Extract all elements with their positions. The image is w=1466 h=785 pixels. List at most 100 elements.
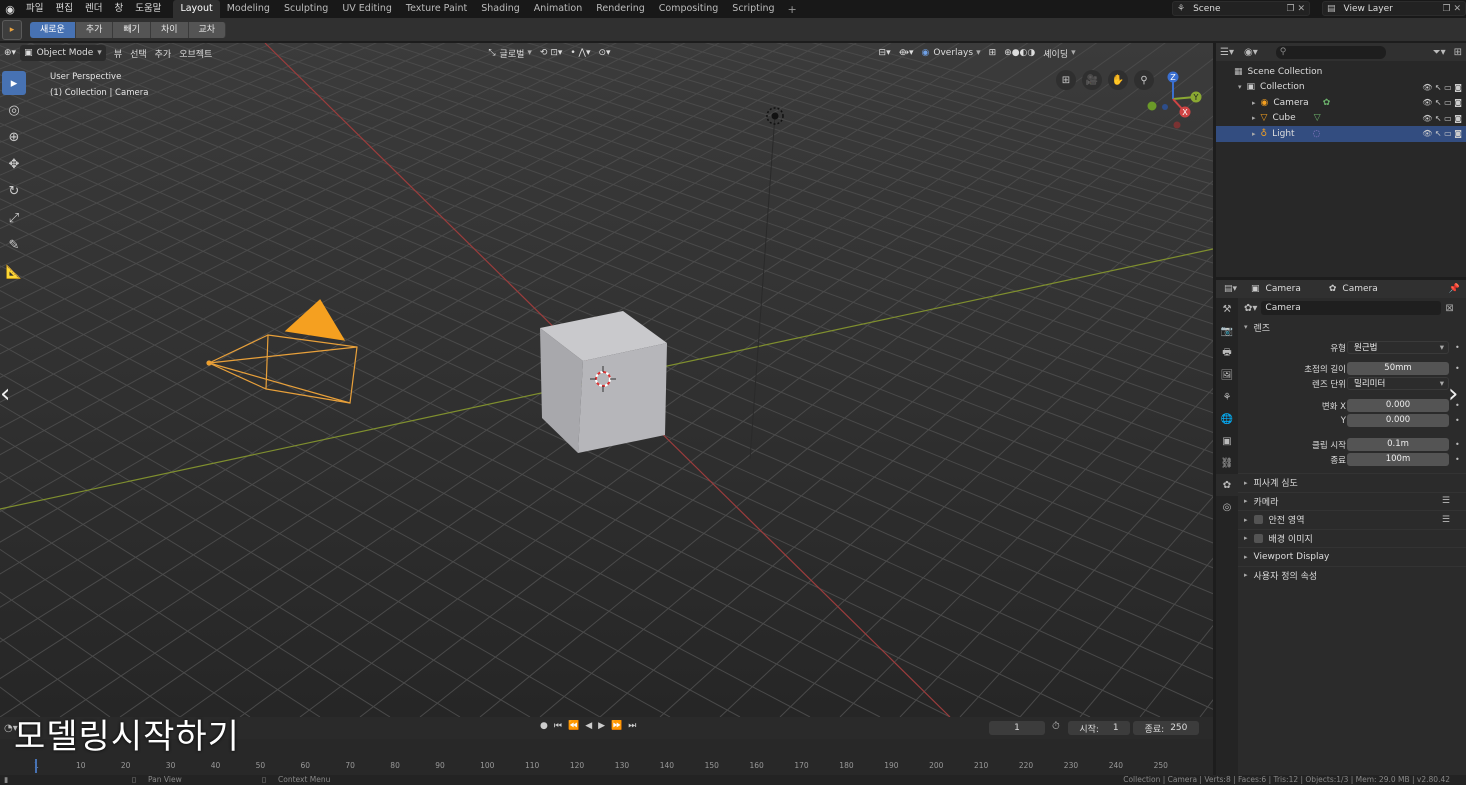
copy-view-layer-icon[interactable]: ❐ ✕ — [1443, 4, 1461, 14]
visibility-toggles[interactable]: 👁 ↖ ▭ ◙ — [1422, 114, 1462, 123]
shift-x-field[interactable]: 0.000 — [1347, 399, 1449, 412]
new-collection-icon[interactable]: ⊞ — [1454, 47, 1462, 58]
add-workspace-icon[interactable]: + — [782, 3, 803, 16]
shading-modes[interactable]: ⊕●◐◑ — [1000, 45, 1039, 61]
camera-datablock-icon[interactable]: ✿▾ — [1244, 303, 1257, 314]
snap-icon[interactable]: • ⋀▾ — [566, 45, 594, 61]
depth-of-field-panel[interactable]: ▸ 피사계 심도 — [1238, 473, 1466, 492]
viewport-display-panel[interactable]: ▸ Viewport Display — [1238, 547, 1466, 566]
list-icon[interactable]: ☰ — [1442, 496, 1450, 506]
tab-modeling[interactable]: Modeling — [220, 0, 277, 18]
type-dropdown[interactable]: 원근법 ▾ — [1347, 341, 1449, 354]
end-frame-field[interactable]: 종료: 250 — [1133, 721, 1199, 735]
scale-tool-icon[interactable]: ⤢ — [2, 206, 26, 230]
measure-tool-icon[interactable]: 📐 — [2, 260, 26, 284]
camera-datablock-field[interactable]: Camera — [1261, 301, 1442, 315]
visibility-icon[interactable]: ⊟▾ — [875, 45, 895, 61]
tab-rendering[interactable]: Rendering — [589, 0, 652, 18]
play-reverse-icon[interactable]: ◀ — [585, 721, 592, 731]
background-images-checkbox[interactable] — [1253, 533, 1263, 543]
fake-user-icon[interactable]: ⊠ — [1445, 303, 1453, 314]
safe-areas-panel[interactable]: ▸ 안전 영역 ☰ — [1238, 510, 1466, 529]
outliner[interactable]: ☰▾ ◉▾ ⚲ ⏷▾ ⊞ ▦ Scene Collection ▾ ▣ Coll… — [1216, 43, 1466, 277]
mode-extend-button[interactable]: 추가 — [75, 21, 114, 38]
outliner-item-cube[interactable]: ▸ ▽ Cube ▽ 👁 ↖ ▭ ◙ — [1216, 111, 1466, 127]
current-frame-field[interactable]: 1 — [989, 721, 1045, 735]
clip-start-field[interactable]: 0.1m — [1347, 438, 1449, 451]
filter-icon[interactable]: ⏷▾ — [1433, 47, 1446, 58]
output-tab-icon[interactable]: 🖶 — [1216, 342, 1238, 364]
camera-data-tab-icon[interactable]: ✿ — [1216, 474, 1238, 496]
custom-properties-panel[interactable]: ▸ 사용자 정의 속성 — [1238, 565, 1466, 585]
outliner-editor-icon[interactable]: ☰▾ — [1220, 47, 1234, 58]
select-tool-icon[interactable]: ▸ — [2, 71, 26, 95]
grid-view-icon[interactable]: ⊞ — [1056, 70, 1076, 90]
light-data-icon[interactable]: ◌ — [1313, 129, 1321, 139]
keyframe-dot[interactable]: • — [1455, 440, 1460, 449]
transform-tool-icon[interactable]: ⊕ — [2, 125, 26, 149]
menu-help[interactable]: 도움말 — [129, 0, 167, 18]
menu-render[interactable]: 렌더 — [79, 0, 108, 18]
camera-panel[interactable]: ▸ 카메라 ☰ — [1238, 491, 1466, 511]
frame-ruler[interactable]: 1102030405060708090100110120130140150160… — [0, 761, 1213, 773]
render-tab-icon[interactable]: 📷 — [1216, 320, 1238, 342]
editor-type-icon[interactable]: ⊕▾ — [0, 45, 20, 61]
jump-end-icon[interactable]: ⏭ — [628, 721, 636, 731]
tool-tab-icon[interactable]: ⚒ — [1216, 298, 1238, 320]
mode-new-button[interactable]: 새로운 — [30, 21, 76, 38]
move-tool-icon[interactable]: ✥ — [2, 152, 26, 176]
pan-hand-icon[interactable]: ✋ — [1108, 70, 1128, 90]
tab-scripting[interactable]: Scripting — [725, 0, 781, 18]
keyframe-dot[interactable]: • — [1455, 343, 1460, 352]
world-tab-icon[interactable]: 🌐 — [1216, 408, 1238, 430]
scene-selector[interactable]: ⚘ Scene ❐ ✕ — [1172, 1, 1310, 16]
keyframe-dot[interactable]: • — [1455, 455, 1460, 464]
scene-collection-row[interactable]: ▦ Scene Collection — [1216, 64, 1466, 80]
pin-icon[interactable]: 📌 — [1449, 284, 1460, 294]
3d-viewport[interactable]: ⊕▾ ▣ Object Mode ▾ 뷰 선택 추가 오브젝트 ⤡ 글로벌 ▾ … — [0, 43, 1213, 717]
outliner-item-camera[interactable]: ▸ ◉ Camera ✿ 👁 ↖ ▭ ◙ — [1216, 95, 1466, 111]
mode-difference-button[interactable]: 차이 — [150, 21, 189, 38]
menu-edit[interactable]: 편집 — [49, 0, 78, 18]
clip-end-field[interactable]: 100m — [1347, 453, 1449, 466]
tab-sculpting[interactable]: Sculpting — [277, 0, 335, 18]
scene-tab-icon[interactable]: ⚘ — [1216, 386, 1238, 408]
menu-object[interactable]: 오브젝트 — [175, 45, 216, 61]
tab-texture-paint[interactable]: Texture Paint — [399, 0, 474, 18]
stopwatch-icon[interactable]: ⏱ — [1052, 721, 1060, 732]
mode-intersect-button[interactable]: 교차 — [188, 21, 227, 38]
tab-uv-editing[interactable]: UV Editing — [335, 0, 399, 18]
visibility-toggles[interactable]: 👁 ↖ ▭ ◙ — [1422, 129, 1462, 138]
camera-view-icon[interactable]: 🎥 — [1082, 70, 1102, 90]
select-box-tool-icon[interactable]: ▸ — [2, 19, 22, 40]
keyframe-dot[interactable]: • — [1455, 416, 1460, 425]
view-layer-selector[interactable]: ▤ View Layer ❐ ✕ — [1322, 1, 1466, 16]
object-mode-dropdown[interactable]: ▣ Object Mode ▾ — [20, 45, 106, 61]
proportional-edit-icon[interactable]: ⊙▾ — [594, 45, 614, 61]
collection-row[interactable]: ▾ ▣ Collection 👁 ↖ ▭ ◙ — [1216, 80, 1466, 96]
outliner-item-light[interactable]: ▸ ♁ Light ◌ 👁 ↖ ▭ ◙ — [1216, 126, 1466, 142]
rotate-tool-icon[interactable]: ↻ — [2, 179, 26, 203]
safe-areas-checkbox[interactable] — [1253, 515, 1263, 525]
shading-dropdown[interactable]: 셰이딩 ▾ — [1039, 45, 1079, 61]
lens-panel-header[interactable]: ▾ 렌즈 — [1238, 318, 1466, 336]
lens-unit-dropdown[interactable]: 밀리미터 ▾ — [1347, 377, 1449, 390]
next-arrow-icon[interactable]: › — [1448, 379, 1458, 409]
object-tab-icon[interactable]: ▣ — [1216, 430, 1238, 452]
cursor-tool-icon[interactable]: ◎ — [2, 98, 26, 122]
properties-editor-icon[interactable]: ▤▾ — [1224, 284, 1237, 294]
record-icon[interactable]: ● — [540, 721, 548, 731]
list-icon[interactable]: ☰ — [1442, 515, 1450, 525]
next-keyframe-icon[interactable]: ⏩ — [611, 721, 622, 731]
jump-start-icon[interactable]: ⏮ — [554, 721, 562, 731]
navigation-gizmo[interactable]: Z Y X — [1143, 69, 1209, 135]
physics-tab-icon[interactable]: ◎ — [1216, 496, 1238, 518]
transform-orientation-dropdown[interactable]: ⤡ 글로벌 ▾ — [484, 45, 536, 61]
cube-object[interactable] — [540, 311, 667, 453]
start-frame-field[interactable]: 시작: 1 — [1068, 721, 1130, 735]
tab-animation[interactable]: Animation — [527, 0, 589, 18]
blender-logo-icon[interactable]: ◉ — [0, 0, 20, 18]
pivot-icon[interactable]: ⟲ ⊡▾ — [536, 45, 566, 61]
annotate-tool-icon[interactable]: ✎ — [2, 233, 26, 257]
background-images-panel[interactable]: ▸ 배경 이미지 — [1238, 528, 1466, 548]
